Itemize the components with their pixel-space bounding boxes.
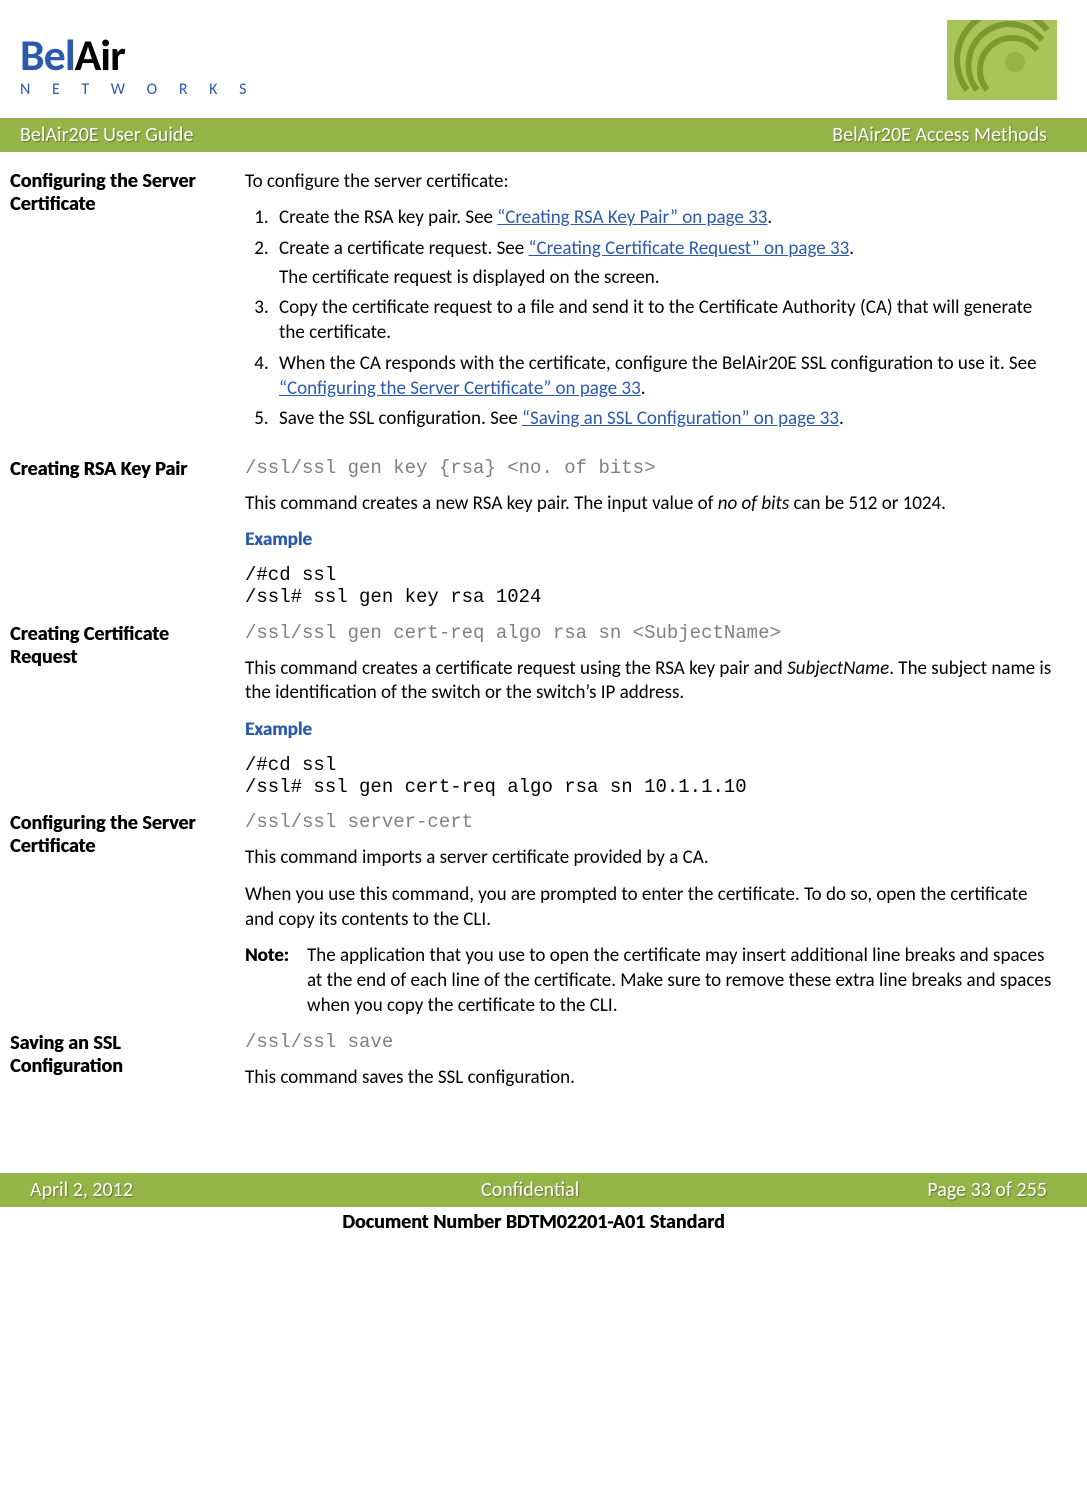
swirl-icon [947,20,1057,108]
link-creating-cert-req[interactable]: “Creating Certificate Request” on page 3… [529,237,850,260]
section-creating-cert-req: Creating Certificate Request /ssl/ssl ge… [10,623,1057,799]
section-saving-ssl: Saving an SSL Configuration /ssl/ssl sav… [10,1032,1057,1103]
footer-confidential: Confidential [481,1177,579,1203]
heading-config-server-cert-cmd: Configuring the Server Certificate [10,812,245,1018]
intro-text: To configure the server certificate: [245,170,1057,195]
logo-subtext: N E T W O R K S [20,80,255,101]
desc-server-cert-1: This command imports a server certificat… [245,846,1057,871]
heading-saving-ssl: Saving an SSL Configuration [10,1032,245,1103]
step-2-note: The certificate request is displayed on … [279,266,1057,291]
title-bar: BelAir20E User Guide BelAir20E Access Me… [0,118,1087,152]
content-creating-rsa: /ssl/ssl gen key {rsa} <no. of bits> Thi… [245,458,1057,609]
content-creating-cert-req: /ssl/ssl gen cert-req algo rsa sn <Subje… [245,623,1057,799]
example-gen-key: /#cd ssl /ssl# ssl gen key rsa 1024 [245,565,1057,609]
example-cert-req: /#cd ssl /ssl# ssl gen cert-req algo rsa… [245,755,1057,799]
step-4: When the CA responds with the certificat… [273,352,1057,401]
section-config-server-cert-cmd: Configuring the Server Certificate /ssl/… [10,812,1057,1018]
footer-bar: April 2, 2012 Confidential Page 33 of 25… [0,1173,1087,1207]
title-left: BelAir20E User Guide [20,122,193,148]
note-body: The application that you use to open the… [307,944,1057,1018]
footer-page: Page 33 of 255 [927,1177,1047,1203]
footer-date: April 2, 2012 [30,1177,133,1203]
cmd-ssl-save: /ssl/ssl save [245,1032,1057,1054]
step-3: Copy the certificate request to a file a… [273,296,1057,345]
content-saving-ssl: /ssl/ssl save This command saves the SSL… [245,1032,1057,1103]
link-saving-ssl[interactable]: “Saving an SSL Configuration” on page 33 [522,407,839,430]
step-1: Create the RSA key pair. See “Creating R… [273,206,1057,231]
content-config-server-cert: To configure the server certificate: Cre… [245,170,1057,444]
step-2: Create a certificate request. See “Creat… [273,237,1057,290]
belair-logo: BelAir N E T W O R K S [20,27,255,101]
page-header: BelAir N E T W O R K S [10,20,1057,108]
section-creating-rsa: Creating RSA Key Pair /ssl/ssl gen key {… [10,458,1057,609]
section-config-server-cert: Configuring the Server Certificate To co… [10,170,1057,444]
content-config-server-cert-cmd: /ssl/ssl server-cert This command import… [245,812,1057,1018]
heading-creating-cert-req: Creating Certificate Request [10,623,245,799]
link-creating-rsa[interactable]: “Creating RSA Key Pair” on page 33 [497,206,767,229]
note-label: Note: [245,944,307,1018]
desc-ssl-save: This command saves the SSL configuration… [245,1066,1057,1091]
note-block: Note: The application that you use to op… [245,944,1057,1018]
heading-creating-rsa: Creating RSA Key Pair [10,458,245,609]
desc-cert-req: This command creates a certificate reque… [245,657,1057,706]
example-label: Example [245,528,1057,553]
step-5: Save the SSL configuration. See “Saving … [273,407,1057,432]
cmd-gen-key: /ssl/ssl gen key {rsa} <no. of bits> [245,458,1057,480]
document-number: Document Number BDTM02201-A01 Standard [10,1209,1057,1235]
desc-server-cert-2: When you use this command, you are promp… [245,883,1057,932]
example-label: Example [245,718,1057,743]
link-config-server-cert[interactable]: “Configuring the Server Certificate” on … [279,377,641,400]
cmd-server-cert: /ssl/ssl server-cert [245,812,1057,834]
logo-text-bel: Bel [20,28,75,82]
desc-gen-key: This command creates a new RSA key pair.… [245,492,1057,517]
logo-text-air: Air [75,28,125,82]
steps-list: Create the RSA key pair. See “Creating R… [245,206,1057,432]
heading-config-server-cert: Configuring the Server Certificate [10,170,245,444]
title-right: BelAir20E Access Methods [832,122,1047,148]
cmd-cert-req: /ssl/ssl gen cert-req algo rsa sn <Subje… [245,623,1057,645]
